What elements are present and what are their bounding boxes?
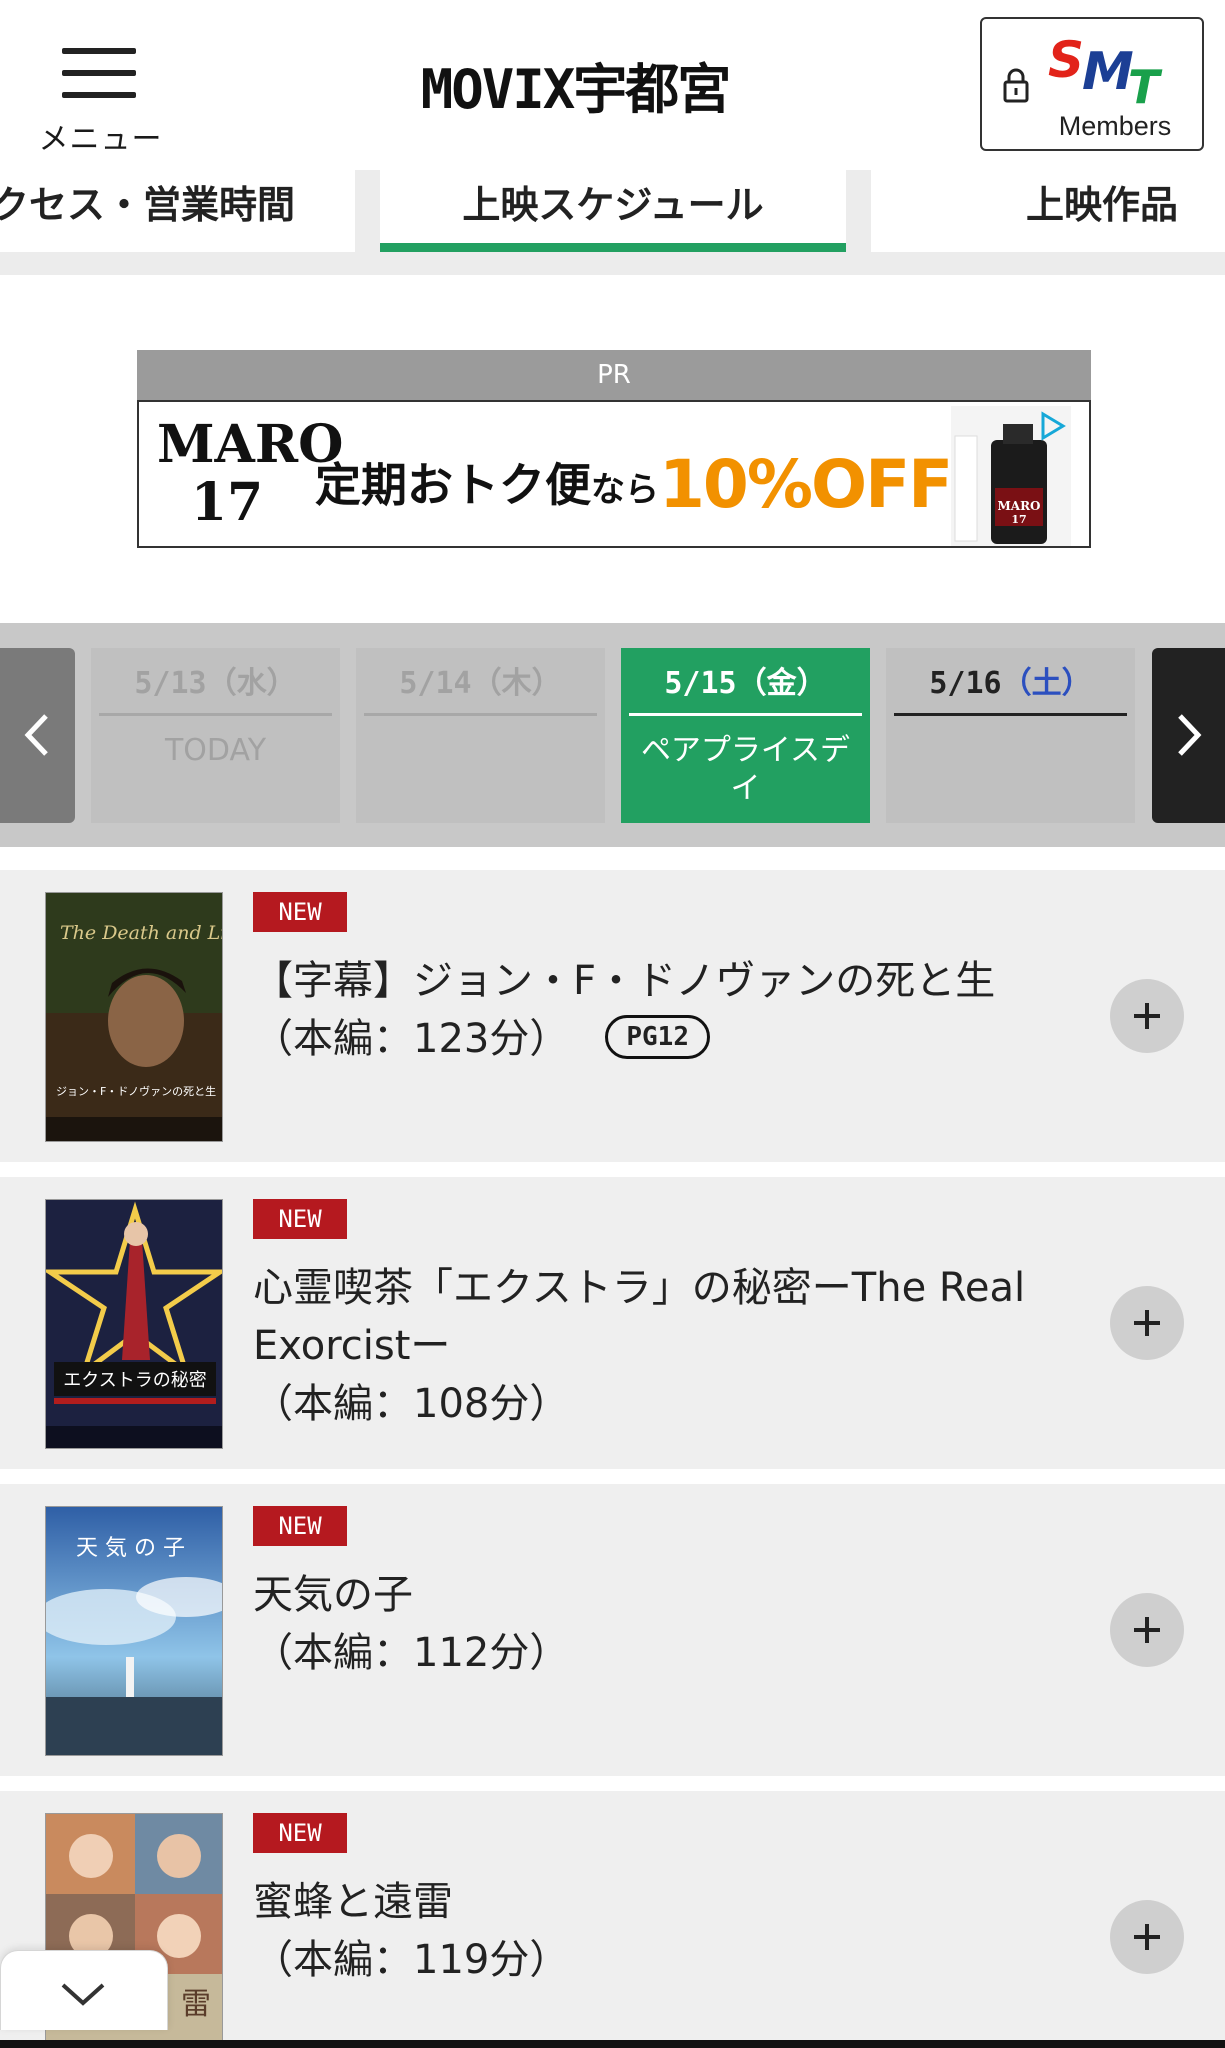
poster-image-icon: The Death and Life of John F. Donovan ジョ… xyxy=(46,893,223,1141)
chevron-left-icon xyxy=(24,714,48,756)
chevron-down-icon xyxy=(61,1983,105,2006)
poster-title-text: 雷 xyxy=(181,1987,211,2022)
date-label: 5/16（土） xyxy=(894,666,1127,716)
tab-label: クセス・営業時間 xyxy=(0,183,295,227)
active-tab-indicator xyxy=(380,243,846,252)
movie-list: The Death and Life of John F. Donovan ジョ… xyxy=(0,870,1225,2048)
movie-runtime: （本編：108分） xyxy=(253,1381,570,1427)
date-number: 5/16 xyxy=(929,666,1002,701)
poster-title-text: エクストラの秘密 xyxy=(63,1370,206,1391)
ad-brand: MARO 17 xyxy=(157,414,344,533)
new-badge: NEW xyxy=(253,1199,347,1239)
bottom-edge xyxy=(0,2040,1225,2048)
pr-advertisement: PR MARO 17 定期おトク便なら10%OFF MARO 17 xyxy=(137,350,1091,550)
pr-label: PR xyxy=(137,350,1091,400)
lock-icon xyxy=(1003,68,1029,103)
poster-caption: ジョン・F・ドノヴァンの死と生 xyxy=(56,1084,216,1098)
smt-logo-icon: S M T xyxy=(1048,31,1163,114)
date-sublabel: ペアプライスデイ xyxy=(640,733,851,806)
ad-banner[interactable]: MARO 17 定期おトク便なら10%OFF MARO 17 xyxy=(137,400,1091,548)
movie-title: 心霊喫茶「エクストラ」の秘密ーThe Real Exorcistー xyxy=(253,1265,1026,1369)
svg-text:MARO: MARO xyxy=(997,499,1040,513)
movie-poster: 天 気 の 子 xyxy=(45,1506,223,1756)
date-label: 5/13（水） xyxy=(99,666,332,716)
poster-image-icon: 天 気 の 子 xyxy=(46,1507,222,1755)
expand-plus-button[interactable] xyxy=(1110,1286,1184,1360)
date-weekday: （土） xyxy=(1001,666,1092,701)
movie-runtime: （本編：119分） xyxy=(253,1937,570,1983)
chevron-right-icon xyxy=(1178,714,1202,756)
new-badge: NEW xyxy=(253,1506,347,1546)
svg-text:T: T xyxy=(1128,60,1163,114)
new-badge: NEW xyxy=(253,1813,347,1853)
date-selector: 5/13（水） TODAY 5/14（木） 5/15（金） ペアプライスデイ 5… xyxy=(0,623,1225,847)
date-5-14: 5/14（木） xyxy=(356,648,605,823)
rating-badge: PG12 xyxy=(605,1015,710,1059)
page-title: MOVIX宇都宮 xyxy=(420,58,732,121)
tab-access-hours[interactable]: クセス・営業時間 xyxy=(0,170,355,252)
movie-title-block: 【字幕】ジョン・F・ドノヴァンの死と生 （本編：123分） PG12 xyxy=(253,952,1073,1068)
date-5-13: 5/13（水） TODAY xyxy=(91,648,340,823)
date-sublabel: TODAY xyxy=(164,733,267,768)
movie-runtime: （本編：123分） xyxy=(253,1016,570,1062)
svg-text:M: M xyxy=(1082,42,1134,102)
ad-copy: 定期おトク便なら10%OFF xyxy=(315,440,953,523)
date-5-15-selected[interactable]: 5/15（金） ペアプライスデイ xyxy=(621,648,870,823)
collapse-panel-button[interactable] xyxy=(0,1950,168,2030)
next-dates-button[interactable] xyxy=(1152,648,1225,823)
ad-copy-main: 定期おトク便 xyxy=(315,458,591,512)
movie-title-block: 天気の子 （本編：112分） xyxy=(253,1566,1073,1682)
expand-plus-button[interactable] xyxy=(1110,1900,1184,1974)
svg-text:17: 17 xyxy=(1011,513,1026,526)
ad-copy-offer: 10%OFF xyxy=(659,446,953,523)
list-item[interactable]: The Death and Life of John F. Donovan ジョ… xyxy=(0,870,1225,1162)
list-item[interactable]: 雷 NEW 蜜蜂と遠雷 （本編：119分） xyxy=(0,1791,1225,2048)
menu-label: メニュー xyxy=(38,122,163,157)
movie-title-block: 蜜蜂と遠雷 （本編：119分） xyxy=(253,1873,1073,1989)
movie-title: 蜜蜂と遠雷 xyxy=(253,1879,453,1925)
ad-brand-line1: MARO xyxy=(157,414,344,475)
tab-movies[interactable]: 上映作品 xyxy=(871,170,1225,252)
site-header: メニュー MOVIX宇都宮 S M T Members xyxy=(0,0,1225,170)
list-item[interactable]: 天 気 の 子 NEW 天気の子 （本編：112分） xyxy=(0,1484,1225,1776)
hamburger-icon xyxy=(62,48,136,98)
members-label: Members xyxy=(1058,111,1172,141)
list-item[interactable]: エクストラの秘密 NEW 心霊喫茶「エクストラ」の秘密ーThe Real Exo… xyxy=(0,1177,1225,1469)
movie-title-block: 心霊喫茶「エクストラ」の秘密ーThe Real Exorcistー （本編：10… xyxy=(253,1259,1073,1433)
poster-title-text: The Death and Life of John F. Donovan xyxy=(60,922,223,944)
movie-title: 【字幕】ジョン・F・ドノヴァンの死と生 xyxy=(253,958,996,1004)
expand-plus-button[interactable] xyxy=(1110,979,1184,1053)
movie-title: 天気の子 xyxy=(253,1572,413,1618)
poster-title-text: 天 気 の 子 xyxy=(76,1536,185,1561)
svg-text:S: S xyxy=(1048,31,1084,89)
product-bottle-icon: MARO 17 xyxy=(951,406,1071,546)
tab-label: 上映スケジュール xyxy=(462,183,764,227)
movie-poster: エクストラの秘密 xyxy=(45,1199,223,1449)
date-label: 5/14（木） xyxy=(364,666,597,716)
poster-image-icon: エクストラの秘密 xyxy=(46,1200,222,1448)
movie-runtime-line: （本編：123分） PG12 xyxy=(253,1010,1073,1068)
tab-schedule[interactable]: 上映スケジュール xyxy=(380,170,846,252)
ad-brand-line2: 17 xyxy=(190,472,264,533)
ad-copy-small: なら xyxy=(591,470,659,510)
section-tabs: クセス・営業時間 上映スケジュール 上映作品 xyxy=(0,170,1225,275)
date-label: 5/15（金） xyxy=(629,666,862,716)
new-badge: NEW xyxy=(253,892,347,932)
date-5-16[interactable]: 5/16（土） xyxy=(886,648,1135,823)
expand-plus-button[interactable] xyxy=(1110,1593,1184,1667)
movie-poster: The Death and Life of John F. Donovan ジョ… xyxy=(45,892,223,1142)
prev-dates-button[interactable] xyxy=(0,648,75,823)
movie-runtime: （本編：112分） xyxy=(253,1630,570,1676)
members-login-button[interactable]: S M T Members xyxy=(980,17,1204,151)
menu-button[interactable]: メニュー xyxy=(38,40,163,157)
tab-label: 上映作品 xyxy=(1026,183,1179,227)
